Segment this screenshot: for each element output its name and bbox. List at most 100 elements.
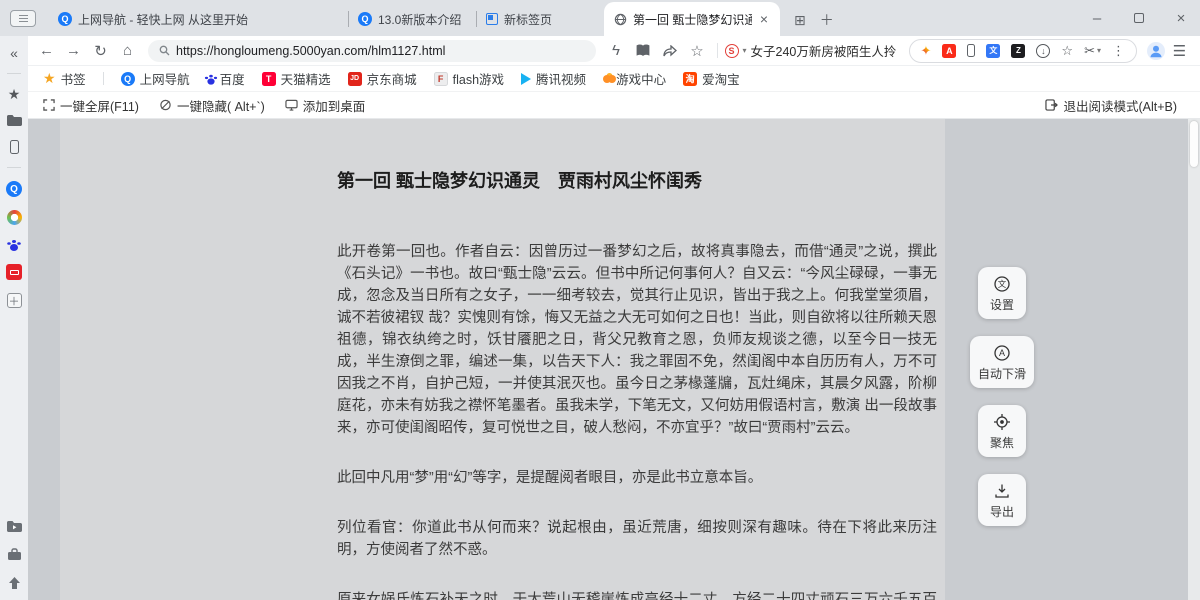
hide-label: 一键隐藏( Alt+`) — [177, 96, 265, 115]
add-app-icon[interactable]: ＋ — [7, 293, 22, 308]
auto-scroll-button[interactable]: A 自动下滑 — [970, 336, 1034, 388]
dark-extension-icon[interactable]: Z — [1011, 44, 1025, 58]
bookmark-tmall[interactable]: T天猫精选 — [262, 69, 331, 88]
taobao-icon: 淘 — [683, 72, 697, 86]
paragraph: 原来女娲氏炼石补天之时，于大荒山无稽崖炼成高经十二丈、方经二十四丈顽石三万六千五… — [337, 589, 937, 600]
bookmark-label: 书签 — [61, 69, 86, 88]
auto-scroll-label: 自动下滑 — [978, 365, 1026, 382]
chevron-down-icon: ▾ — [743, 46, 747, 55]
export-button[interactable]: 导出 — [978, 474, 1026, 526]
bookmarks-bar: ★书签 Q上网导航 百度 T天猫精选 JD京东商城 Fflash游戏 腾讯视频 … — [28, 66, 1200, 92]
game-center-icon — [603, 75, 611, 83]
screenshot-extension-icon[interactable]: ✂▾ — [1084, 44, 1101, 57]
tmall-icon: T — [262, 72, 276, 86]
share-icon[interactable] — [658, 39, 683, 63]
novel-app-icon[interactable] — [6, 264, 22, 280]
toolbox-icon[interactable] — [7, 548, 22, 561]
tab-close-icon[interactable]: × — [758, 12, 770, 26]
exit-reading-mode-button[interactable]: 退出阅读模式(Alt+B) — [1045, 96, 1177, 115]
mobile-icon[interactable] — [10, 140, 19, 154]
bookmark-baidu[interactable]: 百度 — [207, 69, 245, 88]
fullscreen-label: 一键全屏(F11) — [60, 96, 139, 115]
auto-scroll-icon: A — [993, 344, 1011, 362]
text-settings-icon: 文 — [993, 275, 1011, 293]
content-area: 第一回 甄士隐梦幻识通灵 贾雨村风尘怀闺秀 此开卷第一回也。作者自云：因曾历过一… — [28, 119, 1200, 600]
divider — [103, 72, 104, 85]
fullscreen-button[interactable]: 一键全屏(F11) — [43, 96, 139, 115]
bookmark-label: flash游戏 — [453, 69, 504, 88]
sparkle-extension-icon[interactable]: ✦ — [921, 43, 932, 59]
lightning-icon[interactable]: ϟ — [604, 39, 629, 63]
star-extension-icon[interactable]: ☆ — [1061, 44, 1073, 57]
refresh-icon[interactable]: ↻ — [88, 39, 113, 63]
add-to-desktop-button[interactable]: 添加到桌面 — [285, 96, 366, 115]
scrollbar-thumb[interactable] — [1190, 121, 1198, 167]
download-extension-icon[interactable]: ↓ — [1036, 44, 1050, 58]
video-folder-icon[interactable] — [6, 520, 22, 533]
address-bar[interactable]: https://hongloumeng.5000yan.com/hlm1127.… — [148, 40, 596, 62]
bookmark-flash-games[interactable]: Fflash游戏 — [434, 69, 504, 88]
bookmark-aitaobao[interactable]: 淘爱淘宝 — [683, 69, 740, 88]
bookmark-label: 腾讯视频 — [536, 69, 586, 88]
q-browser-icon: Q — [121, 72, 135, 86]
bookmark-nav[interactable]: Q上网导航 — [121, 69, 190, 88]
baidu-paw-icon[interactable] — [10, 244, 18, 251]
paragraph: 此回中凡用“梦”用“幻”等字，是提醒阅者眼目，亦是此书立意本旨。 — [337, 467, 937, 489]
kebab-menu-icon[interactable]: ⋮ — [1112, 44, 1125, 57]
vertical-scrollbar[interactable] — [1188, 119, 1200, 600]
divider — [7, 167, 21, 168]
hot-circle-icon[interactable] — [7, 210, 22, 225]
tab-label: 13.0新版本介绍 — [378, 11, 466, 28]
q-browser-icon: Q — [358, 12, 372, 26]
focus-button[interactable]: 聚焦 — [978, 405, 1026, 457]
extensions-bar: ✦ A 文 Z ↓ ☆ ✂▾ ⋮ — [909, 39, 1137, 63]
reading-tools-panel: 文 设置 A 自动下滑 聚焦 导出 — [970, 267, 1034, 526]
divider — [717, 43, 718, 58]
bookmarks-star-icon[interactable]: ★ — [8, 87, 21, 101]
news-headline[interactable]: 女子240万新房被陌生人拎 — [751, 41, 897, 60]
tab-nav-home[interactable]: Q 上网导航 - 轻快上网 从这里开始 — [48, 2, 348, 36]
phone-extension-icon[interactable] — [967, 44, 975, 57]
baidu-paw-icon — [207, 78, 214, 84]
bookmark-tencent-video[interactable]: 腾讯视频 — [521, 69, 586, 88]
forward-icon[interactable]: → — [61, 39, 86, 63]
news-ticker[interactable]: S ▾ 女子240万新房被陌生人拎 — [725, 41, 901, 60]
translate-extension-icon[interactable]: 文 — [986, 44, 1000, 58]
minimize-button[interactable]: – — [1084, 9, 1110, 27]
send-top-icon[interactable] — [8, 576, 21, 590]
bookmark-game-center[interactable]: 游戏中心 — [603, 69, 666, 88]
tab-version-intro[interactable]: Q 13.0新版本介绍 — [348, 2, 476, 36]
reading-mode-toolbar: 一键全屏(F11) 一键隐藏( Alt+`) 添加到桌面 退出阅读模式(Alt+… — [28, 92, 1200, 119]
url-text[interactable]: https://hongloumeng.5000yan.com/hlm1127.… — [176, 44, 445, 58]
fullscreen-icon — [43, 99, 55, 111]
desktop-icon — [285, 99, 298, 111]
new-tab-button[interactable]: ＋ — [820, 13, 834, 27]
tab-group-icon[interactable]: ⊞ — [794, 13, 806, 27]
eye-slash-icon — [159, 99, 172, 111]
window-menu-button[interactable] — [10, 10, 36, 27]
close-window-button[interactable]: × — [1168, 9, 1194, 27]
q-app-icon[interactable]: Q — [6, 181, 22, 197]
folder-icon[interactable] — [6, 114, 22, 127]
bookmark-jd[interactable]: JD京东商城 — [348, 69, 417, 88]
favorite-star-icon[interactable]: ☆ — [685, 39, 710, 63]
tab-active-hongloumeng[interactable]: 第一回 甄士隐梦幻识通灵 携 × — [604, 2, 780, 36]
maximize-button[interactable] — [1126, 9, 1152, 27]
tab-new-page[interactable]: 新标签页 — [476, 2, 604, 36]
novel-app-mark — [10, 270, 19, 275]
svg-text:文: 文 — [998, 279, 1007, 289]
hamburger-menu-icon[interactable]: ☰ — [1167, 39, 1192, 63]
bookmarks-root[interactable]: ★书签 — [43, 69, 86, 88]
avatar[interactable] — [1147, 42, 1165, 60]
tab-label: 上网导航 - 轻快上网 从这里开始 — [78, 11, 338, 28]
settings-button[interactable]: 文 设置 — [978, 267, 1026, 319]
hide-button[interactable]: 一键隐藏( Alt+`) — [159, 96, 265, 115]
focus-label: 聚焦 — [990, 434, 1014, 451]
sidebar-collapse-icon[interactable]: « — [10, 46, 18, 60]
globe-icon — [614, 13, 627, 26]
back-icon[interactable]: ← — [34, 39, 59, 63]
adobe-extension-icon[interactable]: A — [942, 44, 956, 58]
reader-book-icon[interactable] — [631, 39, 656, 63]
jd-icon: JD — [348, 72, 362, 86]
home-icon[interactable]: ⌂ — [115, 39, 140, 63]
